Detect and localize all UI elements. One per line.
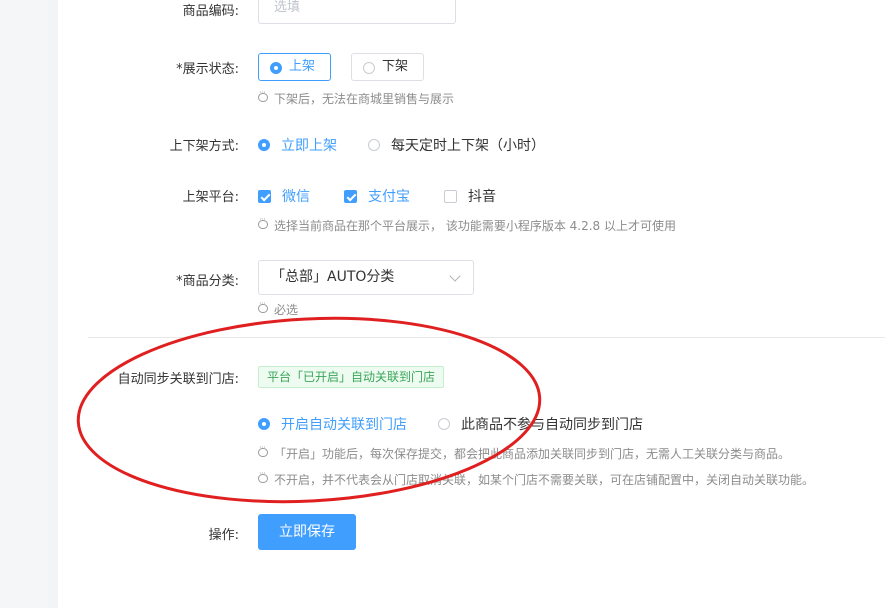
status-on-shelf-button[interactable]: 上架 — [258, 53, 331, 81]
left-gutter — [0, 0, 48, 608]
auto-sync-label: 自动同步关联到门店: — [117, 372, 239, 387]
platform-hint-text: 选择当前商品在那个平台展示， 该功能需要小程序版本 4.2.8 以上才可使用 — [274, 219, 676, 233]
category-select[interactable]: 「总部」AUTO分类 — [258, 260, 474, 295]
radio-unselected-icon — [368, 139, 380, 151]
code-input[interactable]: 选填 — [258, 0, 456, 24]
action-label: 操作: — [208, 528, 239, 543]
comment-icon — [258, 215, 268, 229]
checkbox-checked-icon — [344, 189, 357, 203]
auto-sync-status-tag: 平台「已开启」自动关联到门店 — [258, 366, 445, 388]
checkbox-unchecked-icon — [444, 189, 457, 203]
chevron-down-icon — [449, 270, 461, 282]
radio-selected-icon — [270, 62, 282, 74]
auto-sync-hint-1: 「开启」功能后，每次保存提交，都会把此商品添加关联同步到门店，无需人工关联分类与… — [258, 443, 791, 462]
platform-label: 上架平台: — [182, 190, 239, 205]
platform-wechat-checkbox[interactable]: 微信 — [258, 186, 310, 206]
category-label: *商品分类: — [176, 274, 239, 289]
category-value: 「总部」AUTO分类 — [271, 269, 395, 285]
category-hint: 必选 — [258, 299, 299, 318]
shelf-mode-scheduled-radio[interactable]: 每天定时上下架（小时） — [368, 135, 545, 155]
platform-hint: 选择当前商品在那个平台展示， 该功能需要小程序版本 4.2.8 以上才可使用 — [258, 215, 676, 234]
radio-unselected-icon — [363, 62, 375, 74]
panel-edge — [48, 0, 58, 608]
shelf-mode-immediate-label: 立即上架 — [281, 138, 337, 154]
status-on-shelf-label: 上架 — [289, 59, 316, 74]
checkbox-checked-icon — [258, 189, 271, 203]
section-divider — [88, 337, 885, 338]
code-label: 商品编码: — [182, 4, 239, 19]
auto-sync-hint-2-text: 不开启，并不代表会从门店取消关联，如某个门店不需要关联，可在店铺配置中，关闭自动… — [274, 473, 815, 487]
radio-unselected-icon — [438, 418, 450, 430]
comment-icon — [258, 88, 268, 102]
radio-selected-icon — [258, 139, 270, 151]
status-off-shelf-button[interactable]: 下架 — [351, 53, 424, 81]
status-off-shelf-label: 下架 — [382, 59, 409, 74]
shelf-mode-label: 上下架方式: — [169, 139, 239, 154]
status-hint: 下架后，无法在商城里销售与展示 — [258, 88, 455, 107]
platform-alipay-checkbox[interactable]: 支付宝 — [344, 186, 410, 206]
shelf-mode-immediate-radio[interactable]: 立即上架 — [258, 135, 337, 155]
shelf-mode-scheduled-label: 每天定时上下架（小时） — [391, 138, 545, 154]
save-button[interactable]: 立即保存 — [258, 514, 356, 550]
auto-sync-disable-radio[interactable]: 此商品不参与自动同步到门店 — [438, 414, 643, 434]
auto-sync-hint-1-text: 「开启」功能后，每次保存提交，都会把此商品添加关联同步到门店，无需人工关联分类与… — [274, 447, 791, 461]
status-hint-text: 下架后，无法在商城里销售与展示 — [274, 92, 455, 106]
comment-icon — [258, 443, 268, 457]
platform-douyin-label: 抖音 — [468, 189, 496, 205]
auto-sync-enable-radio[interactable]: 开启自动关联到门店 — [258, 414, 407, 434]
platform-wechat-label: 微信 — [282, 189, 310, 205]
auto-sync-hint-2: 不开启，并不代表会从门店取消关联，如某个门店不需要关联，可在店铺配置中，关闭自动… — [258, 469, 815, 488]
platform-alipay-label: 支付宝 — [368, 189, 410, 205]
form-panel — [48, 0, 885, 608]
comment-icon — [258, 299, 268, 313]
radio-selected-icon — [258, 418, 270, 430]
auto-sync-disable-label: 此商品不参与自动同步到门店 — [461, 417, 643, 433]
status-label: *展示状态: — [176, 62, 239, 77]
category-hint-text: 必选 — [274, 303, 299, 317]
platform-douyin-checkbox[interactable]: 抖音 — [444, 186, 496, 206]
auto-sync-enable-label: 开启自动关联到门店 — [281, 417, 407, 433]
comment-icon — [258, 469, 268, 483]
